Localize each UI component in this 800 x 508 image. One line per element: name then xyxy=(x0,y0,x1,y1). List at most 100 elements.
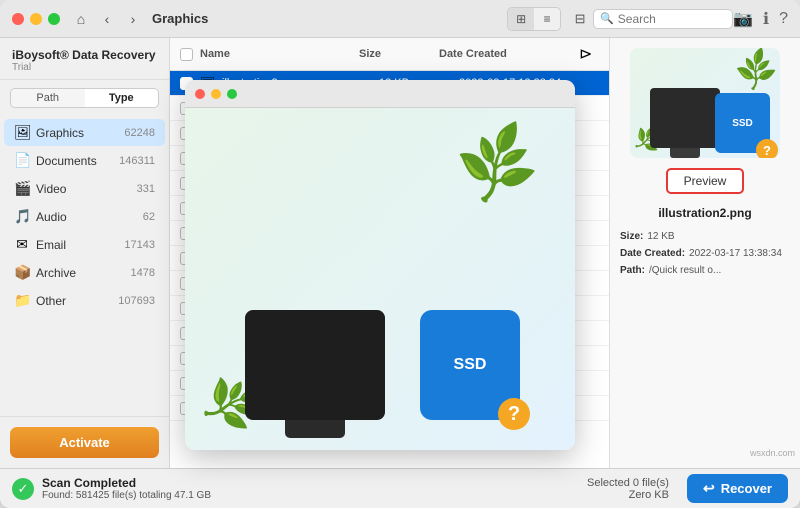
selected-size: Zero KB xyxy=(587,489,669,501)
sidebar-count-archive: 1478 xyxy=(131,267,155,279)
preview-button[interactable]: Preview xyxy=(666,168,745,194)
recover-label: Recover xyxy=(721,481,772,496)
camera-icon[interactable]: 📷 xyxy=(733,9,753,29)
file-list-header: Name Size Date Created ⊳ xyxy=(170,38,609,71)
tab-type[interactable]: Type xyxy=(85,89,159,107)
sidebar-item-video[interactable]: 🎬 Video 331 xyxy=(4,175,165,202)
back-button[interactable]: ‹ xyxy=(96,8,118,30)
popup-ssd-illustration: SSD ? xyxy=(420,310,520,420)
col-size-header: Size xyxy=(359,48,439,60)
sidebar-count-audio: 62 xyxy=(143,211,155,223)
statusbar: ✓ Scan Completed Found: 581425 file(s) t… xyxy=(0,468,800,508)
popup-maximize[interactable] xyxy=(227,89,237,99)
titlebar-title: Graphics xyxy=(152,11,208,26)
nav-buttons: ⌂ ‹ › xyxy=(70,8,144,30)
selected-count: Selected 0 file(s) xyxy=(587,477,669,489)
activate-button[interactable]: Activate xyxy=(10,427,159,458)
graphics-icon: 🖼 xyxy=(14,124,30,141)
info-icon[interactable]: ℹ xyxy=(763,9,769,29)
col-name-header: Name xyxy=(200,48,359,60)
traffic-lights xyxy=(12,13,60,25)
scan-text: Scan Completed Found: 581425 file(s) tot… xyxy=(42,476,211,501)
popup-minimize[interactable] xyxy=(211,89,221,99)
sidebar-label-graphics: Graphics xyxy=(36,126,124,140)
select-all-check xyxy=(180,48,200,61)
sidebar-footer: Activate xyxy=(0,416,169,468)
documents-icon: 📄 xyxy=(14,152,30,169)
sidebar-item-audio[interactable]: 🎵 Audio 62 xyxy=(4,203,165,230)
scan-subtitle: Found: 581425 file(s) totaling 47.1 GB xyxy=(42,490,211,501)
brand-area: iBoysoft® Data Recovery Trial xyxy=(0,38,169,80)
sidebar-item-graphics[interactable]: 🖼 Graphics 62248 xyxy=(4,119,165,146)
search-icon: 🔍 xyxy=(600,12,614,25)
titlebar: ⌂ ‹ › Graphics ⊞ ≡ ⊟ 🔍 📷 ℹ ? xyxy=(0,0,800,38)
preview-panel: 🌿 🌿 SSD ? Preview illustration2.png Size… xyxy=(610,38,800,468)
size-value: 12 KB xyxy=(647,228,674,245)
recover-button[interactable]: ↩ Recover xyxy=(687,474,788,503)
sidebar-label-video: Video xyxy=(36,182,137,196)
sidebar-count-documents: 146311 xyxy=(119,155,155,167)
popup-mac-illustration xyxy=(245,310,385,420)
forward-button[interactable]: › xyxy=(122,8,144,30)
sidebar: iBoysoft® Data Recovery Trial Path Type … xyxy=(0,38,170,468)
sidebar-item-email[interactable]: ✉ Email 17143 xyxy=(4,231,165,258)
sidebar-label-audio: Audio xyxy=(36,210,143,224)
home-button[interactable]: ⌂ xyxy=(70,8,92,30)
popup-ssd-question: ? xyxy=(498,398,530,430)
tab-path[interactable]: Path xyxy=(11,89,85,107)
sidebar-count-email: 17143 xyxy=(124,239,155,251)
popup-content: 🌿 🌿 SSD ? xyxy=(185,108,575,450)
archive-icon: 📦 xyxy=(14,264,30,281)
header-checkbox[interactable] xyxy=(180,48,193,61)
preview-filename: illustration2.png xyxy=(658,206,751,220)
view-toggle: ⊞ ≡ xyxy=(507,7,561,31)
path-value: /Quick result o... xyxy=(649,262,721,279)
col-date-header: Date Created xyxy=(439,48,579,60)
close-button[interactable] xyxy=(12,13,24,25)
preview-meta: Size: 12 KB Date Created: 2022-03-17 13:… xyxy=(620,228,790,279)
selected-info: Selected 0 file(s) Zero KB xyxy=(587,477,669,501)
sidebar-count-other: 107693 xyxy=(118,295,155,307)
sidebar-label-archive: Archive xyxy=(36,266,131,280)
ssd-question-mark: ? xyxy=(756,139,778,158)
date-label: Date Created: xyxy=(620,245,685,262)
sidebar-item-documents[interactable]: 📄 Documents 146311 xyxy=(4,147,165,174)
recover-icon: ↩ xyxy=(703,480,715,497)
sidebar-label-email: Email xyxy=(36,238,124,252)
sidebar-item-archive[interactable]: 📦 Archive 1478 xyxy=(4,259,165,286)
brand-trial: Trial xyxy=(12,62,157,73)
sidebar-items: 🖼 Graphics 62248 📄 Documents 146311 🎬 Vi… xyxy=(0,116,169,416)
titlebar-icons: 📷 ℹ ? xyxy=(733,9,788,29)
audio-icon: 🎵 xyxy=(14,208,30,225)
search-input[interactable] xyxy=(618,12,726,26)
brand-name: iBoysoft® Data Recovery xyxy=(12,48,157,62)
sidebar-label-documents: Documents xyxy=(36,154,119,168)
sidebar-tabs: Path Type xyxy=(10,88,159,108)
sidebar-item-other[interactable]: 📁 Other 107693 xyxy=(4,287,165,314)
grid-view-button[interactable]: ⊞ xyxy=(508,8,534,30)
watermark: wsxdn.com xyxy=(750,448,795,458)
list-view-button[interactable]: ≡ xyxy=(534,8,560,30)
scan-title: Scan Completed xyxy=(42,476,211,490)
video-icon: 🎬 xyxy=(14,180,30,197)
preview-popup: 🌿 🌿 SSD ? xyxy=(185,80,575,450)
col-actions-header: ⊳ xyxy=(579,44,599,64)
leaf-decoration-1: 🌿 xyxy=(731,48,780,95)
help-icon[interactable]: ? xyxy=(779,10,788,28)
mac-illustration xyxy=(650,88,720,148)
sidebar-count-graphics: 62248 xyxy=(124,127,155,139)
sidebar-label-other: Other xyxy=(36,294,118,308)
date-value: 2022-03-17 13:38:34 xyxy=(689,245,782,262)
preview-thumbnail: 🌿 🌿 SSD ? xyxy=(630,48,780,158)
popup-close[interactable] xyxy=(195,89,205,99)
scan-complete-icon: ✓ xyxy=(12,478,34,500)
sidebar-count-video: 331 xyxy=(137,183,155,195)
filter-button[interactable]: ⊟ xyxy=(567,8,593,30)
minimize-button[interactable] xyxy=(30,13,42,25)
maximize-button[interactable] xyxy=(48,13,60,25)
email-icon: ✉ xyxy=(14,236,30,253)
size-label: Size: xyxy=(620,228,643,245)
other-icon: 📁 xyxy=(14,292,30,309)
path-label: Path: xyxy=(620,262,645,279)
search-bar: 🔍 xyxy=(593,9,733,29)
